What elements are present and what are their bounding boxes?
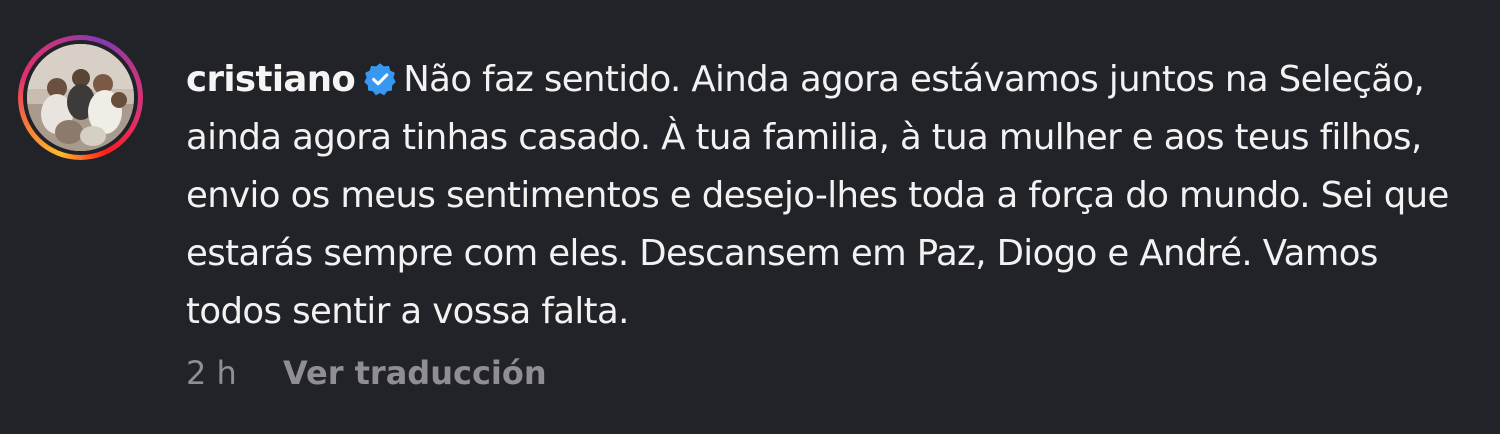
comment: cristiano Não faz sentido. Ainda agora es…	[0, 0, 1500, 434]
translate-button[interactable]: Ver traducción	[283, 353, 547, 393]
avatar-ring-gap	[23, 40, 138, 155]
comment-meta: 2 h Ver traducción	[186, 353, 547, 393]
verified-badge-icon	[363, 62, 397, 96]
timestamp: 2 h	[186, 354, 237, 392]
username-link[interactable]: cristiano	[186, 59, 356, 100]
avatar-photo	[27, 44, 134, 151]
avatar-story-ring[interactable]	[18, 35, 143, 160]
comment-body: cristiano Não faz sentido. Ainda agora es…	[186, 51, 1476, 341]
avatar[interactable]	[27, 44, 134, 151]
comment-text: Não faz sentido. Ainda agora estávamos j…	[186, 59, 1449, 332]
